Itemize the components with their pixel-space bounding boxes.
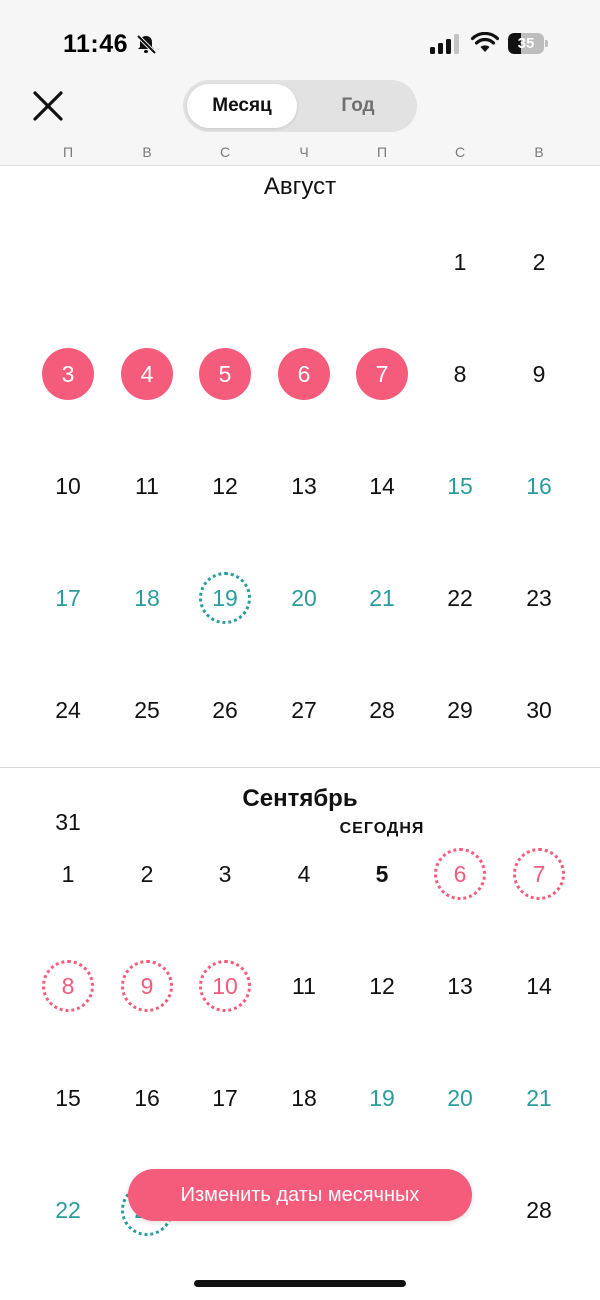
tab-year[interactable]: Год [303,84,413,128]
calendar-day[interactable]: 22 [434,572,486,624]
calendar-day[interactable]: 9 [121,960,173,1012]
calendar-day[interactable]: 8 [434,348,486,400]
calendar-day[interactable]: 5 [356,848,408,900]
tab-month[interactable]: Месяц [187,84,297,128]
weekday-label: Ч [299,144,309,160]
calendar-day[interactable]: 3 [199,848,251,900]
month-title-august: Август [263,173,337,200]
cellular-signal-icon [430,34,459,54]
calendar-day[interactable]: 21 [513,1072,565,1124]
calendar-day[interactable]: 2 [513,236,565,288]
calendar-day[interactable]: 1 [42,848,94,900]
calendar-day[interactable]: 20 [434,1072,486,1124]
calendar-day[interactable]: 3 [42,348,94,400]
today-label: СЕГОДНЯ [339,820,425,837]
calendar-day[interactable]: 6 [434,848,486,900]
calendar-day[interactable]: 11 [278,960,330,1012]
calendar-day[interactable]: 8 [42,960,94,1012]
wifi-icon [471,32,499,52]
status-bar: 11:46 35 [0,0,600,76]
calendar-day[interactable]: 22 [42,1184,94,1236]
weekday-label: П [62,144,74,160]
calendar-day[interactable]: 26 [199,684,251,736]
battery-icon: 35 [508,33,548,54]
calendar-day[interactable]: 2 [121,848,173,900]
calendar-day[interactable]: 16 [121,1072,173,1124]
calendar-day[interactable]: 23 [513,572,565,624]
calendar-day[interactable]: 17 [42,572,94,624]
calendar-day[interactable]: 29 [434,684,486,736]
calendar-day[interactable]: 27 [278,684,330,736]
month-divider [0,767,600,768]
calendar-day[interactable]: 15 [434,460,486,512]
weekday-label: С [219,144,231,160]
close-icon[interactable] [28,86,68,126]
calendar-day[interactable]: 19 [199,572,251,624]
calendar-day[interactable]: 4 [278,848,330,900]
status-time: 11:46 [63,30,129,58]
calendar-day[interactable]: 24 [42,684,94,736]
weekday-label: В [534,144,544,160]
calendar-header: Месяц Год П В С Ч П С В [0,76,600,166]
edit-period-dates-button[interactable]: Изменить даты месячных [128,1169,472,1221]
calendar-day[interactable]: 14 [513,960,565,1012]
weekday-label: В [142,144,152,160]
calendar-day[interactable]: 19 [356,1072,408,1124]
calendar-day[interactable]: 14 [356,460,408,512]
calendar-day[interactable]: 15 [42,1072,94,1124]
battery-percent: 35 [517,35,535,52]
calendar-day[interactable]: 12 [356,960,408,1012]
calendar-day[interactable]: 28 [356,684,408,736]
home-indicator [194,1280,406,1287]
calendar-day[interactable]: 18 [121,572,173,624]
calendar-day[interactable]: 12 [199,460,251,512]
calendar-day[interactable]: 13 [434,960,486,1012]
calendar-day[interactable]: 30 [513,684,565,736]
calendar-day[interactable]: 16 [513,460,565,512]
calendar-day[interactable]: 7 [356,348,408,400]
calendar-day[interactable]: 17 [199,1072,251,1124]
weekday-label: С [454,144,466,160]
calendar-day[interactable]: 18 [278,1072,330,1124]
calendar-day[interactable]: 13 [278,460,330,512]
calendar-day[interactable]: 21 [356,572,408,624]
calendar-day[interactable]: 1 [434,236,486,288]
calendar-day[interactable]: 11 [121,460,173,512]
calendar-day[interactable]: 10 [42,460,94,512]
calendar-day[interactable]: 10 [199,960,251,1012]
month-title-september: Сентябрь [242,785,358,812]
weekday-row: ПВСЧПСВ [0,144,600,164]
calendar-day[interactable]: 7 [513,848,565,900]
calendar-day[interactable]: 6 [278,348,330,400]
view-segmented-control: Месяц Год [183,80,417,132]
calendar-day[interactable]: 5 [199,348,251,400]
weekday-label: П [376,144,388,160]
calendar-day[interactable]: 9 [513,348,565,400]
calendar-day[interactable]: 25 [121,684,173,736]
calendar-day[interactable]: 20 [278,572,330,624]
bell-muted-icon [136,34,157,55]
calendar-day[interactable]: 28 [513,1184,565,1236]
calendar-day[interactable]: 4 [121,348,173,400]
